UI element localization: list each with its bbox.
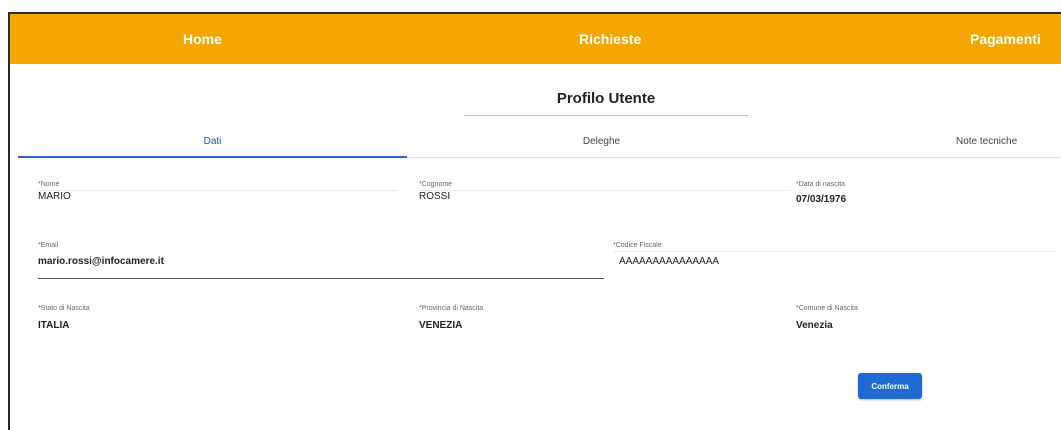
provincia-nascita-field[interactable]: *Provincia di Nascita VENEZIA [419, 305, 779, 331]
cognome-rule [419, 190, 791, 191]
title-divider [464, 115, 748, 116]
provincia-nascita-value[interactable]: VENEZIA [419, 320, 779, 331]
comune-nascita-label: *Comune di Nascita [796, 305, 858, 312]
codice-fiscale-rule [613, 251, 1055, 252]
nome-rule [38, 190, 398, 191]
stato-nascita-value[interactable]: ITALIA [38, 320, 398, 331]
page-title: Profilo Utente [556, 90, 656, 107]
app-window: Home Richieste Pagamenti Profilo Utente … [8, 12, 1061, 430]
codice-fiscale-value[interactable]: AAAAAAAAAAAAAAA [613, 256, 1055, 267]
data-nascita-field[interactable]: *Data di nascita 07/03/1976 [796, 181, 996, 205]
tab-deleghe[interactable]: Deleghe [407, 136, 796, 157]
comune-nascita-field[interactable]: *Comune di Nascita Venezia [796, 305, 996, 331]
active-tab-indicator [18, 156, 407, 158]
email-value[interactable]: mario.rossi@infocamere.it [38, 256, 604, 267]
email-field[interactable]: *Email mario.rossi@infocamere.it [38, 242, 604, 279]
cognome-value[interactable]: ROSSI [419, 191, 791, 202]
provincia-nascita-label: *Provincia di Nascita [419, 305, 484, 312]
nav-home-link[interactable]: Home [183, 14, 222, 64]
stato-nascita-label: *Stato di Nascita [38, 305, 90, 312]
conferma-button[interactable]: Conferma [858, 373, 922, 399]
data-nascita-value[interactable]: 07/03/1976 [796, 194, 996, 205]
codice-fiscale-field[interactable]: *Codice Fiscale AAAAAAAAAAAAAAA [613, 242, 1055, 267]
comune-nascita-value[interactable]: Venezia [796, 320, 996, 331]
nome-value[interactable]: MARIO [38, 191, 398, 202]
nav-richieste-link[interactable]: Richieste [579, 14, 641, 64]
tab-dati[interactable]: Dati [18, 136, 407, 157]
cognome-field[interactable]: *Cognome ROSSI [419, 181, 791, 202]
stato-nascita-field[interactable]: *Stato di Nascita ITALIA [38, 305, 398, 331]
top-navbar: Home Richieste Pagamenti [10, 14, 1061, 64]
email-label: *Email [38, 242, 59, 249]
email-underline [38, 278, 604, 279]
nome-field[interactable]: *Nome MARIO [38, 181, 398, 202]
nav-pagamenti-link[interactable]: Pagamenti [970, 14, 1041, 64]
profile-tabs: Dati Deleghe Note tecniche [18, 136, 1061, 158]
tab-note-tecniche[interactable]: Note tecniche [956, 136, 1017, 157]
data-nascita-label: *Data di nascita [796, 181, 846, 188]
